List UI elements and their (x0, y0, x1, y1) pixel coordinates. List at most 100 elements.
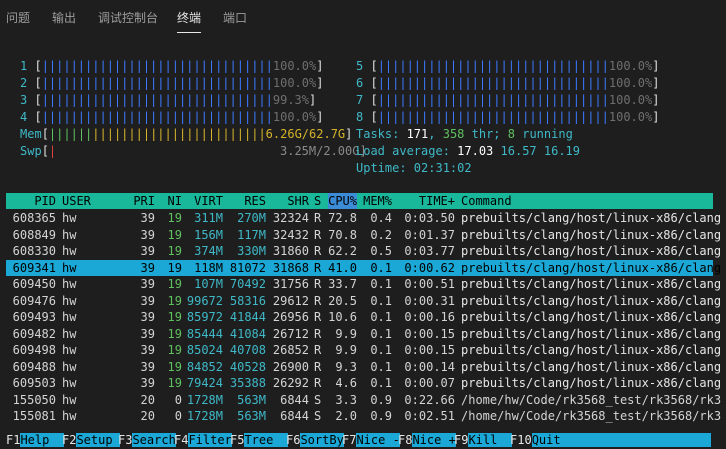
fkey-code: F9 (454, 433, 469, 447)
column-header-mem[interactable]: MEM% (363, 193, 392, 209)
cell-time: 0:00.51 (404, 277, 455, 291)
fkey-f8[interactable]: F8Nice + (398, 432, 456, 448)
process-row[interactable]: 608365 hw 39 19 311M 270M 32324 R 72.8 0.4 0:03.50… (6, 210, 721, 226)
uptime-label: Uptime: (356, 161, 414, 175)
cell-virt: 1728M (186, 392, 223, 407)
column-header-res[interactable]: RES (244, 193, 266, 209)
cell-pid: 609476 (12, 293, 56, 308)
fkey-label: Filter (188, 433, 232, 447)
cell-cpu: 2.0 (335, 409, 357, 423)
fkey-code: F8 (398, 433, 413, 447)
meter-bracket: [ (363, 59, 378, 73)
fkey-label: Nice - (356, 433, 400, 447)
process-row[interactable]: 609493 hw 39 19 85972 41844 26956 R 10.6 0.1 0:00.… (6, 309, 721, 325)
memory-value: 6.26G/62.7G (265, 127, 346, 141)
fkey-f4[interactable]: F4Filter (174, 432, 232, 448)
cpu-meter-2: 2 [||||||||||||||||||||||||||||||||100.0… (20, 75, 323, 91)
meter-bracket: ] (652, 76, 660, 90)
meter-bracket: ] (316, 110, 324, 124)
process-row[interactable]: 609488 hw 39 19 84852 40528 26900 R 9.3 0.1 0:00.1… (6, 359, 721, 375)
tasks-label: Tasks: (356, 127, 407, 141)
cell-cmd: prebuilts/clang/host/linux-x86/clang (461, 211, 722, 225)
cpu-bar: |||||||||||||||||||||||||||||||| (377, 93, 609, 107)
swap-meter: Swp[| (20, 143, 56, 159)
cell-mem: 0.5 (370, 244, 392, 258)
cell-user: hw (62, 260, 77, 275)
cell-s: R (314, 343, 322, 357)
terminal-htop[interactable]: 1 [||||||||||||||||||||||||||||||||100.0… (0, 0, 726, 449)
cell-virt: 99672 (186, 293, 223, 308)
cell-pid: 609498 (12, 343, 56, 357)
cell-user: hw (62, 310, 77, 324)
fkey-f5[interactable]: F5Tree (230, 432, 288, 448)
column-header-ni[interactable]: NI (168, 193, 182, 209)
cell-cmd: prebuilts/clang/host/linux-x86/clang (461, 260, 722, 275)
column-header-virt[interactable]: VIRT (194, 193, 223, 209)
process-row[interactable]: 609482 hw 39 19 85444 41084 26712 R 9.9 0.1 0:00.1… (6, 326, 721, 342)
fkey-label: Search (132, 433, 176, 447)
cell-cpu: 4.6 (335, 376, 357, 390)
cpu-percent: 100.0% (272, 59, 317, 73)
column-header-shr[interactable]: SHR (287, 193, 309, 209)
process-row[interactable]: 608849 hw 39 19 156M 117M 32432 R 70.8 0.2 0:01.37… (6, 227, 721, 243)
cpu-percent: 100.0% (272, 110, 317, 124)
cell-cpu: 3.3 (335, 392, 357, 407)
column-header-pri[interactable]: PRI (133, 193, 155, 209)
cell-time: 0:00.15 (404, 343, 455, 357)
cell-res: 70492 (229, 277, 266, 291)
cell-shr: 31756 (272, 277, 309, 291)
cell-mem: 0.1 (370, 343, 392, 357)
memory-bar-cache: |||||||||||||||||||||||| (92, 127, 266, 141)
column-header-cmd[interactable]: Command (461, 193, 512, 209)
process-row[interactable]: 609503 hw 39 19 79424 35388 26292 R 4.6 0.1 0:00.0… (6, 375, 721, 391)
memory-meter: Mem[||||||||||||||||||||||||||||||6.26G/… (20, 126, 352, 142)
cell-s: R (314, 376, 322, 390)
process-row[interactable]: 609341 hw 39 19 118M 81072 31868 R 41.0 0.1 0:00.6… (6, 259, 721, 276)
cell-cmd: /home/hw/Code/rk3568_test/rk3568/rk3 (461, 392, 722, 407)
cell-pid: 608365 (12, 211, 56, 225)
column-header-s[interactable]: S (314, 193, 321, 209)
process-row[interactable]: 155081 hw 20 0 1728M 563M 6844 S 2.0 0.9 0:02.51/h… (6, 408, 721, 424)
cpu-meter-7: 7 [||||||||||||||||||||||||||||||||100.0… (356, 92, 659, 108)
column-header-cpu[interactable]: CPU% (328, 193, 357, 209)
cell-pri: 39 (140, 343, 155, 357)
process-row[interactable]: 609476 hw 39 19 99672 58316 29612 R 20.5 0.1 0:00.… (6, 293, 721, 309)
cell-user: hw (62, 392, 77, 407)
column-header-time[interactable]: TIME+ (419, 193, 455, 209)
cell-res: 81072 (229, 260, 266, 275)
cell-virt: 85444 (186, 326, 223, 341)
fkey-f3[interactable]: F3Search (118, 432, 176, 448)
cell-pri: 39 (140, 359, 155, 374)
cell-s: R (314, 277, 322, 291)
cell-pid: 609341 (12, 260, 56, 275)
cpu-bar: |||||||||||||||||||||||||||||||| (41, 110, 273, 124)
process-row[interactable]: 155050 hw 20 0 1728M 563M 6844 S 3.3 0.9 0:22.66/h… (6, 392, 721, 408)
load-space (493, 144, 500, 158)
cell-cmd: prebuilts/clang/host/linux-x86/clang (461, 310, 722, 324)
fkey-f7[interactable]: F7Nice - (342, 432, 400, 448)
threads-count: 358 (442, 127, 465, 141)
meter-bracket: ] (652, 93, 660, 107)
cell-ni: 19 (167, 260, 182, 275)
process-row[interactable]: 608330 hw 39 19 374M 330M 31860 R 62.2 0.5 0:03.77… (6, 243, 721, 259)
cell-s: S (314, 392, 322, 407)
fkey-f1[interactable]: F1Help (6, 432, 64, 448)
cell-mem: 0.1 (370, 260, 392, 275)
fkey-f9[interactable]: F9Kill (454, 432, 512, 448)
cell-user: hw (62, 211, 77, 225)
cpu-meter-1: 1 [||||||||||||||||||||||||||||||||100.0… (20, 58, 323, 74)
column-header-pid[interactable]: PID (34, 193, 56, 209)
cell-time: 0:22.66 (404, 392, 455, 407)
process-row[interactable]: 609498 hw 39 19 85024 40708 26852 R 9.9 0.1 0:00.1… (6, 342, 721, 358)
column-header-user[interactable]: USER (62, 193, 91, 209)
cell-time: 0:00.31 (404, 293, 455, 308)
cell-ni: 19 (167, 244, 182, 258)
cell-cpu: 62.2 (328, 244, 357, 258)
cell-res: 563M (237, 392, 266, 407)
fkey-f6[interactable]: F6SortBy (286, 432, 344, 448)
fkey-f2[interactable]: F2Setup (62, 432, 120, 448)
cell-ni: 19 (167, 376, 182, 390)
process-row[interactable]: 609450 hw 39 19 107M 70492 31756 R 33.7 0.1 0:00.5… (6, 276, 721, 292)
fkey-f10[interactable]: F10Quit (510, 432, 711, 448)
cell-time: 0:00.16 (404, 310, 455, 324)
